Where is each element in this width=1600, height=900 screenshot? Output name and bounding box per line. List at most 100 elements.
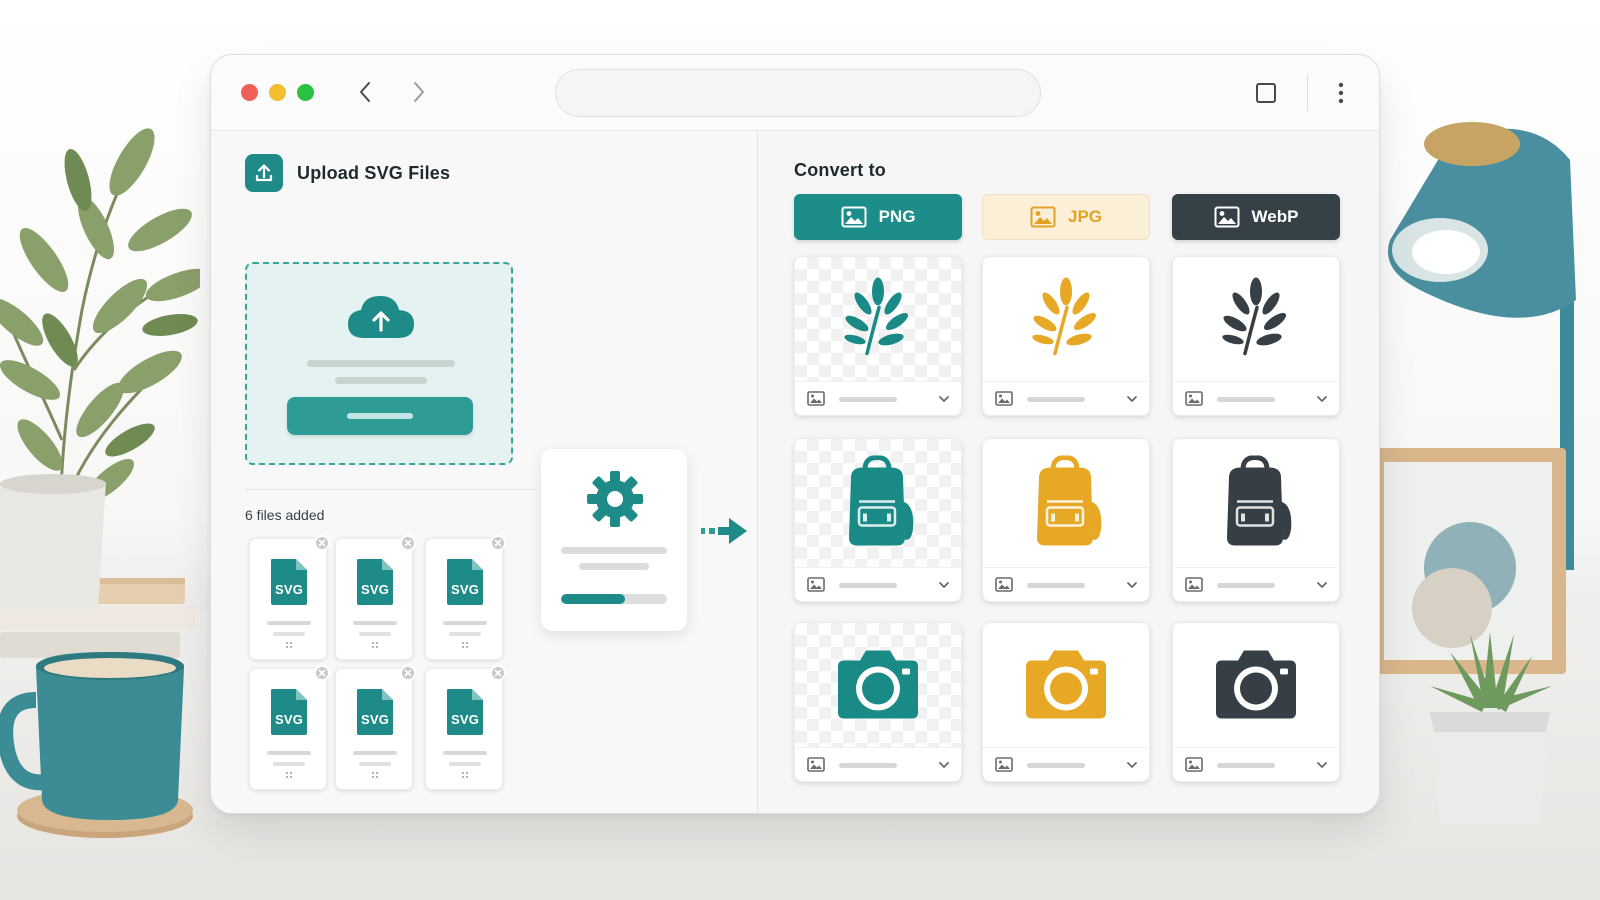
chevron-down-icon[interactable] (1125, 759, 1139, 771)
result-preview (1173, 257, 1339, 383)
result-footer (795, 747, 961, 781)
drag-handle-icon[interactable] (371, 771, 379, 779)
upload-title: Upload SVG Files (297, 162, 451, 183)
chevron-down-icon[interactable] (1125, 393, 1139, 405)
dropzone-subtext-placeholder (335, 377, 427, 384)
files-added-count: 6 files added (245, 507, 325, 523)
file-size-placeholder (449, 762, 481, 766)
leaf-icon (1221, 277, 1291, 363)
upload-panel: Upload SVG Files 6 files added SVG SVG S… (211, 132, 757, 813)
file-dropzone[interactable] (245, 262, 513, 465)
chevron-down-icon[interactable] (1315, 579, 1329, 591)
result-card-leaf-jpg[interactable] (982, 256, 1150, 416)
processing-text-placeholder (561, 547, 667, 554)
result-card-leaf-png[interactable] (794, 256, 962, 416)
result-card-camera-webp[interactable] (1172, 622, 1340, 782)
result-footer (983, 567, 1149, 601)
result-filename-placeholder (1217, 397, 1275, 402)
file-card[interactable]: SVG (425, 535, 506, 660)
file-card[interactable]: SVG (335, 665, 416, 790)
drag-handle-icon[interactable] (371, 641, 379, 649)
remove-file-button[interactable] (400, 665, 416, 681)
convert-panel: Convert to PNG JPG WebP (758, 132, 1379, 813)
remove-file-button[interactable] (314, 665, 330, 681)
result-card-camera-jpg[interactable] (982, 622, 1150, 782)
remove-file-button[interactable] (314, 535, 330, 551)
chevron-down-icon[interactable] (937, 759, 951, 771)
backpack-icon (1027, 454, 1105, 553)
drag-handle-icon[interactable] (461, 771, 469, 779)
drag-handle-icon[interactable] (461, 641, 469, 649)
processing-card (541, 449, 687, 631)
file-extension-label: SVG (360, 712, 390, 727)
svg-file-icon: SVG (445, 687, 485, 737)
image-icon (995, 577, 1013, 592)
format-jpg-label: JPG (1067, 207, 1103, 226)
file-extension-label: SVG (274, 712, 304, 727)
leaf-icon (843, 277, 913, 363)
close-icon (494, 539, 502, 547)
section-divider (245, 489, 535, 490)
chevron-down-icon[interactable] (1315, 393, 1329, 405)
result-preview (1173, 623, 1339, 749)
image-icon (807, 757, 825, 772)
address-bar[interactable] (555, 69, 1041, 117)
gear-icon (587, 471, 643, 527)
chevron-down-icon[interactable] (1125, 579, 1139, 591)
format-webp-label: WebP (1251, 207, 1299, 226)
remove-file-button[interactable] (490, 535, 506, 551)
result-card-backpack-jpg[interactable] (982, 438, 1150, 602)
format-webp-button[interactable]: WebP (1172, 194, 1340, 240)
chevron-down-icon[interactable] (937, 393, 951, 405)
image-icon (841, 206, 867, 228)
camera-icon (832, 647, 924, 726)
drag-handle-icon[interactable] (285, 641, 293, 649)
result-footer (1173, 747, 1339, 781)
result-card-camera-png[interactable] (794, 622, 962, 782)
file-card[interactable]: SVG (425, 665, 506, 790)
backpack-icon (839, 454, 917, 553)
close-icon (318, 539, 326, 547)
chevron-down-icon[interactable] (1315, 759, 1329, 771)
remove-file-button[interactable] (490, 665, 506, 681)
forward-button[interactable] (405, 77, 433, 107)
minimize-window-button[interactable] (269, 84, 286, 101)
file-extension-label: SVG (274, 582, 304, 597)
file-card[interactable]: SVG (335, 535, 416, 660)
result-footer (983, 747, 1149, 781)
file-name-placeholder (353, 621, 397, 625)
result-card-leaf-webp[interactable] (1172, 256, 1340, 416)
result-preview (795, 623, 961, 749)
image-icon (995, 757, 1013, 772)
svg-file-icon: SVG (269, 687, 309, 737)
chevron-down-icon[interactable] (937, 579, 951, 591)
file-card[interactable]: SVG (249, 535, 330, 660)
file-name-placeholder (267, 751, 311, 755)
more-menu-button[interactable] (1331, 77, 1351, 109)
maximize-window-button[interactable] (297, 84, 314, 101)
result-filename-placeholder (1027, 763, 1085, 768)
chevron-right-icon (414, 82, 424, 102)
file-card[interactable]: SVG (249, 665, 330, 790)
arrow-right-icon (701, 518, 747, 544)
format-png-button[interactable]: PNG (794, 194, 962, 240)
close-icon (404, 669, 412, 677)
browse-files-button[interactable] (287, 397, 473, 435)
close-window-button[interactable] (241, 84, 258, 101)
result-card-backpack-webp[interactable] (1172, 438, 1340, 602)
file-size-placeholder (273, 762, 305, 766)
file-size-placeholder (359, 762, 391, 766)
drag-handle-icon[interactable] (285, 771, 293, 779)
remove-file-button[interactable] (400, 535, 416, 551)
upload-icon (255, 164, 273, 182)
tab-overview-button[interactable] (1255, 82, 1277, 104)
result-card-backpack-png[interactable] (794, 438, 962, 602)
svg-file-icon: SVG (445, 557, 485, 607)
format-jpg-button[interactable]: JPG (982, 194, 1150, 240)
plant-pot (0, 474, 106, 610)
svg-file-icon: SVG (269, 557, 309, 607)
result-filename-placeholder (1027, 397, 1085, 402)
back-button[interactable] (351, 77, 379, 107)
upload-badge (245, 154, 283, 192)
chevron-left-icon (360, 82, 370, 102)
